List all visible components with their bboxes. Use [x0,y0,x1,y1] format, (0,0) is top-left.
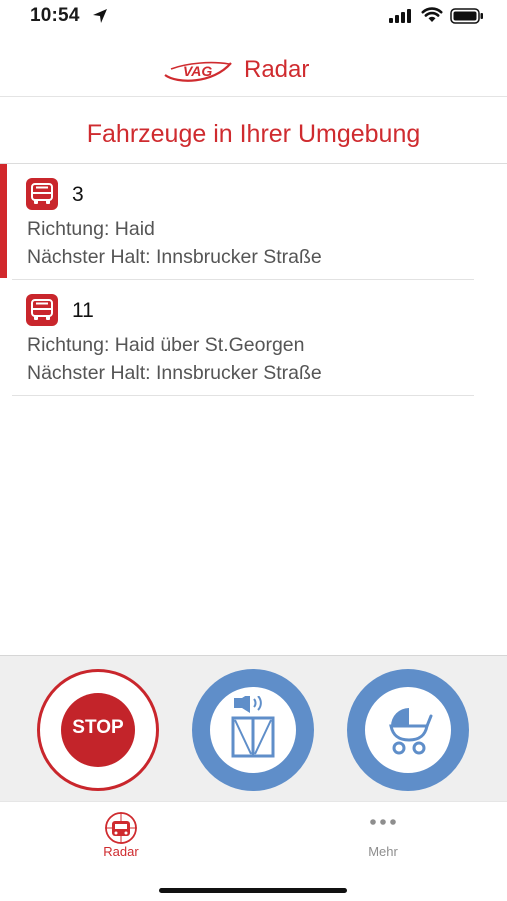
status-bar: 10:54 [0,0,507,34]
location-arrow-icon [93,9,107,23]
stop-label: STOP [72,717,124,738]
bus-icon [26,178,58,210]
cellular-signal-icon [389,9,411,23]
next-stop-text: Nächster Halt: Innsbrucker Straße [27,246,322,268]
action-bar: STOP [0,655,507,802]
tab-radar[interactable]: Radar [51,802,191,872]
vehicle-list-item[interactable]: 11 Richtung: Haid über St.Georgen Nächst… [0,280,507,396]
door-open-button[interactable] [192,669,314,791]
pram-button[interactable] [347,669,469,791]
tab-radar-label: Radar [103,844,139,859]
tab-bar: Radar Mehr [0,801,507,901]
vehicle-list: 3 Richtung: Haid Nächster Halt: Innsbruc… [0,164,507,396]
tab-more[interactable]: Mehr [313,802,453,872]
row-divider [12,395,474,396]
line-number: 11 [72,299,94,322]
stop-request-icon: STOP [61,693,135,767]
vag-logo: VAG [163,57,233,92]
status-time: 10:54 [30,5,80,26]
line-number: 3 [72,183,84,206]
page-title: Radar [244,56,310,83]
direction-text: Richtung: Haid [27,218,155,240]
wifi-icon [421,7,443,22]
radar-bus-icon [105,812,137,844]
direction-text: Richtung: Haid über St.Georgen [27,334,305,356]
stop-request-button[interactable]: STOP [37,669,159,791]
pram-icon [389,708,433,755]
bus-icon [26,294,58,326]
section-title: Fahrzeuge in Ihrer Umgebung [86,120,421,148]
next-stop-text: Nächster Halt: Innsbrucker Straße [27,362,322,384]
battery-icon [450,8,483,24]
more-dots-icon [370,819,396,825]
svg-text:VAG: VAG [183,63,212,79]
vehicle-list-item[interactable]: 3 Richtung: Haid Nächster Halt: Innsbruc… [0,164,507,280]
tab-more-label: Mehr [368,844,398,859]
home-indicator[interactable] [159,888,347,893]
door-speaker-icon [231,696,275,758]
nav-bar: VAG Radar [0,40,507,97]
